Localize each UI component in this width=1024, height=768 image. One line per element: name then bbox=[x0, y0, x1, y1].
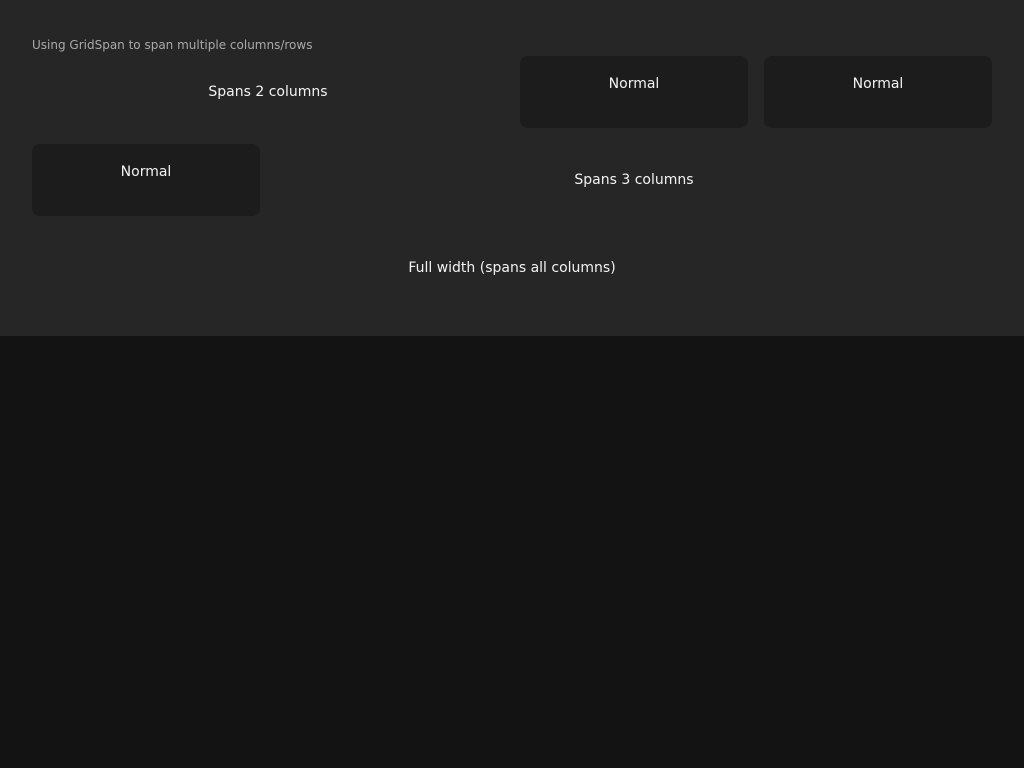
empty-background-area bbox=[0, 336, 1024, 768]
cell-normal-row2-col1: Normal bbox=[32, 144, 260, 216]
gridspan-grid: Spans 2 columns Normal Normal Normal Spa… bbox=[32, 56, 992, 304]
cell-normal-row1-col3: Normal bbox=[520, 56, 748, 128]
cell-spans-3-columns: Spans 3 columns bbox=[574, 172, 694, 188]
cell-normal-row1-col4: Normal bbox=[764, 56, 992, 128]
demo-panel: Using GridSpan to span multiple columns/… bbox=[0, 0, 1024, 336]
cell-full-width: Full width (spans all columns) bbox=[408, 260, 616, 276]
cell-spans-2-columns: Spans 2 columns bbox=[208, 84, 328, 100]
demo-caption: Using GridSpan to span multiple columns/… bbox=[32, 38, 313, 52]
